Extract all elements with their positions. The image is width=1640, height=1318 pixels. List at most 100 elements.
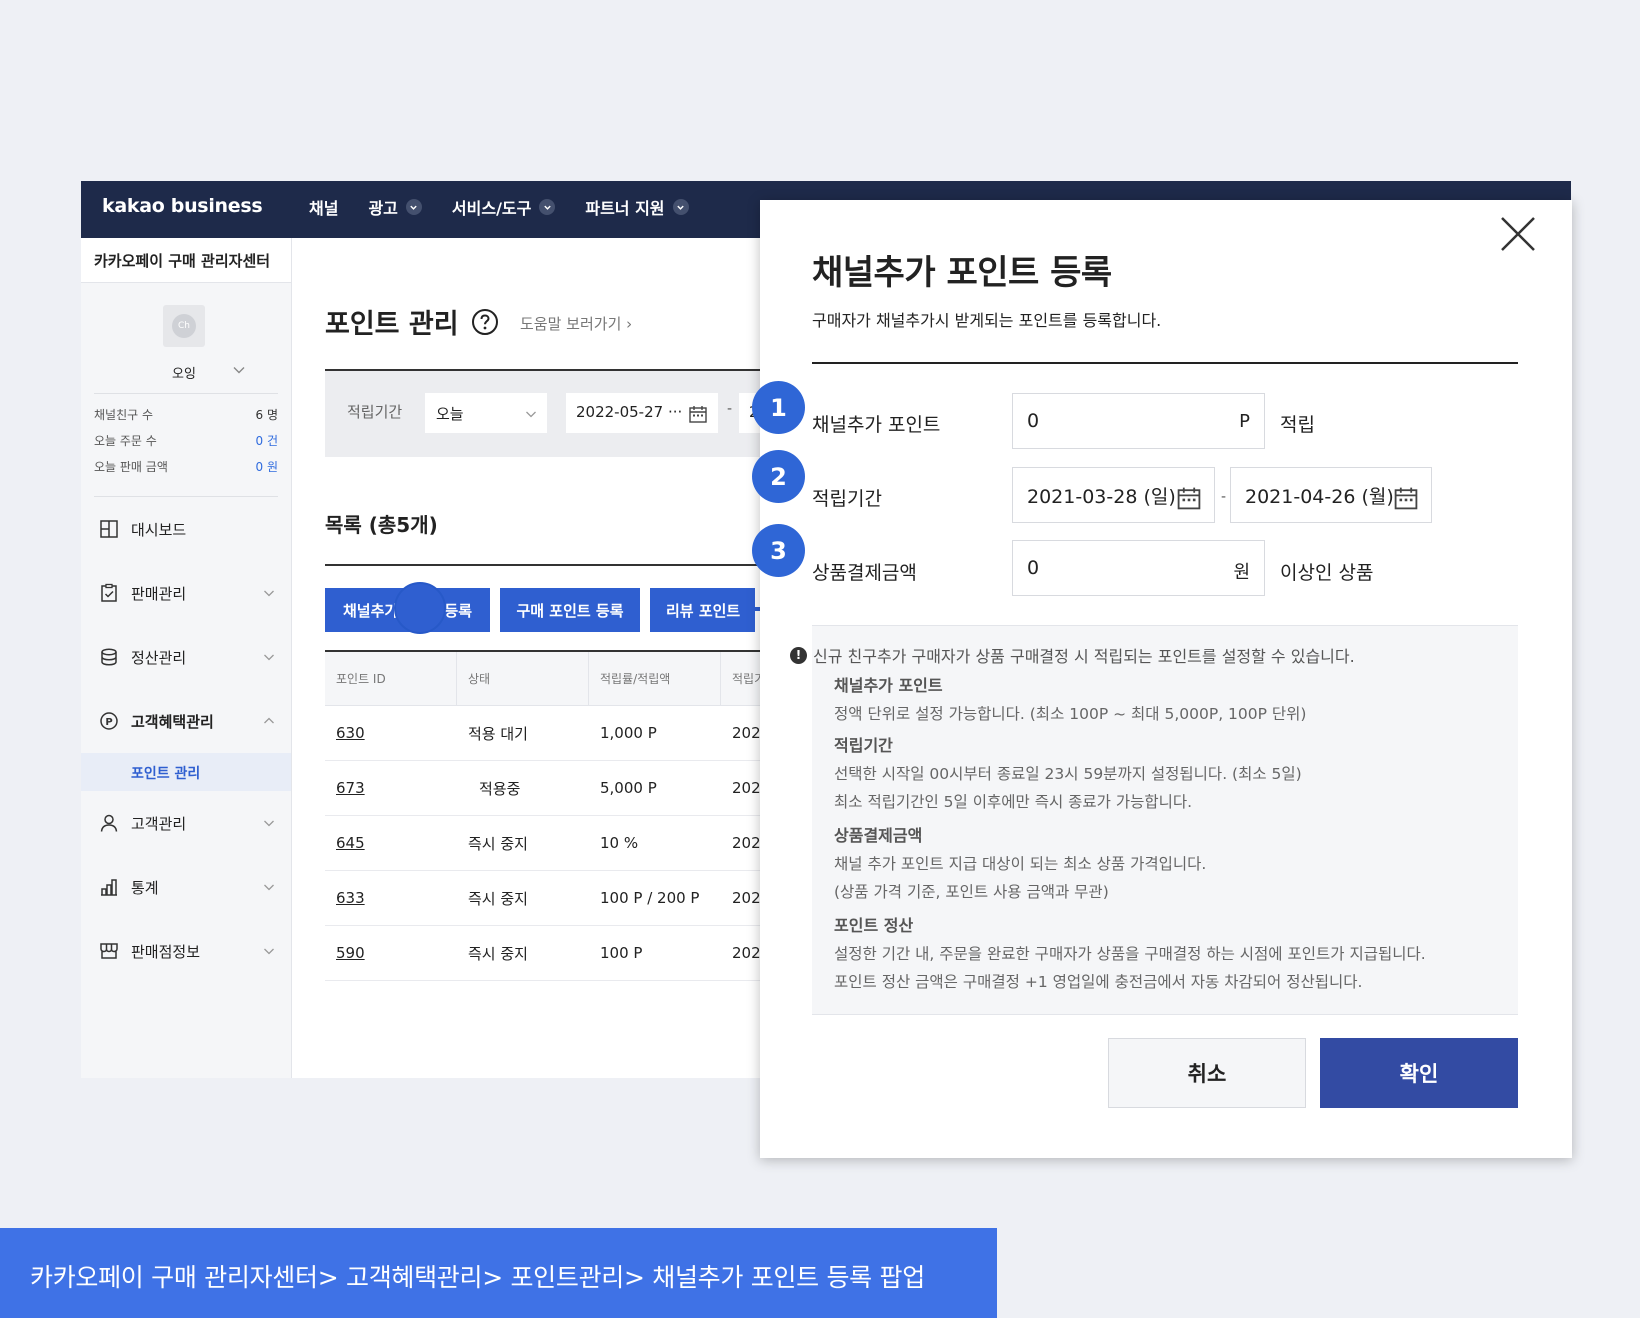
chevron-down-icon bbox=[405, 199, 422, 215]
info-section-title: 상품결제금액 bbox=[834, 826, 923, 845]
gnb-item-services[interactable]: 서비스/도구 bbox=[452, 195, 556, 219]
confirm-button[interactable]: 확인 bbox=[1320, 1038, 1518, 1108]
tab-review-point[interactable]: 리뷰 포인트 bbox=[650, 588, 755, 632]
store-icon bbox=[100, 943, 118, 959]
step-badge-1: 1 bbox=[752, 381, 805, 434]
period-field-label: 적립기간 bbox=[812, 488, 882, 510]
period-select-value: 오늘 bbox=[436, 405, 464, 423]
sidebar-item-customer-benefits[interactable]: P 고객혜택관리 bbox=[81, 689, 291, 753]
calendar-icon[interactable] bbox=[1176, 485, 1202, 511]
page-title: 포인트 관리 bbox=[325, 302, 499, 341]
gnb-label: 채널 bbox=[309, 199, 339, 218]
gnb-label: 파트너 지원 bbox=[585, 199, 665, 218]
stat-row: 채널친구 수 6 명 bbox=[94, 406, 278, 423]
gnb-item-partner-support[interactable]: 파트너 지원 bbox=[585, 195, 689, 219]
calendar-icon[interactable] bbox=[1393, 485, 1419, 511]
database-icon bbox=[101, 648, 117, 666]
point-input-value: 0 bbox=[1027, 410, 1040, 432]
sidebar-title: 카카오페이 구매 관리자센터 bbox=[81, 238, 291, 283]
sidebar-item-label: 정산관리 bbox=[131, 648, 187, 667]
info-headline-text: 신규 친구추가 구매자가 상품 구매결정 시 적립되는 포인트를 설정할 수 있… bbox=[813, 647, 1355, 666]
close-icon[interactable] bbox=[1498, 214, 1538, 254]
stat-row: 오늘 주문 수 0 건 bbox=[94, 432, 278, 449]
svg-text:P: P bbox=[105, 717, 112, 728]
help-link[interactable]: 도움말 보러가기 › bbox=[520, 313, 632, 334]
sidebar-item-customers[interactable]: 고객관리 bbox=[81, 791, 291, 855]
sidebar-subitem-point-management[interactable]: 포인트 관리 bbox=[81, 753, 291, 791]
sidebar-item-label: 판매관리 bbox=[131, 584, 187, 603]
period-end-value: 2021-04-26 (월) bbox=[1245, 485, 1394, 508]
column-header: 상태 bbox=[457, 652, 589, 705]
amount-cell: 1,000 P bbox=[600, 724, 657, 742]
sidebar-item-label: 고객혜택관리 bbox=[131, 712, 214, 731]
column-header: 적립률/적립액 bbox=[589, 652, 721, 705]
sidebar-item-settlement[interactable]: 정산관리 bbox=[81, 625, 291, 689]
exclamation-icon: ! bbox=[790, 646, 807, 664]
chevron-down-icon bbox=[672, 199, 689, 215]
chevron-up-icon bbox=[264, 717, 274, 724]
sidebar: 카카오페이 구매 관리자센터 Ch 오잉 채널친구 수 6 명 오늘 주문 수 0 … bbox=[81, 238, 292, 1078]
gnb-item-channel[interactable]: 채널 bbox=[309, 195, 338, 219]
info-section-title: 포인트 정산 bbox=[834, 916, 914, 935]
info-line: (상품 가격 기준, 포인트 사용 금액과 무관) bbox=[834, 883, 1109, 901]
tab-label: 리뷰 포인트 bbox=[666, 601, 741, 620]
step-badge-2: 2 bbox=[752, 450, 805, 503]
period-select[interactable]: 오늘 bbox=[425, 393, 547, 433]
status-cell: 적용 대기 bbox=[468, 724, 528, 743]
info-line: 정액 단위로 설정 가능합니다. (최소 100P ~ 최대 5,000P, 1… bbox=[834, 705, 1307, 723]
cancel-button[interactable]: 취소 bbox=[1108, 1038, 1306, 1108]
info-line: 설정한 기간 내, 주문을 완료한 구매자가 상품을 구매결정 하는 시점에 포… bbox=[834, 945, 1426, 963]
chevron-down-icon bbox=[264, 590, 274, 597]
gnb-item-ads[interactable]: 광고 bbox=[368, 195, 422, 219]
sidebar-item-sales[interactable]: 판매관리 bbox=[81, 561, 291, 625]
status-cell: 즉시 중지 bbox=[468, 889, 528, 908]
clipboard-icon bbox=[101, 583, 117, 602]
point-id-link[interactable]: 630 bbox=[325, 706, 457, 760]
avatar: Ch bbox=[163, 305, 205, 347]
amount-field-label: 상품결제금액 bbox=[812, 562, 917, 584]
point-id-link[interactable]: 645 bbox=[325, 816, 457, 870]
point-input[interactable]: 0 P bbox=[1012, 393, 1265, 449]
point-id-link[interactable]: 633 bbox=[325, 871, 457, 925]
point-unit: P bbox=[1239, 411, 1250, 432]
breadcrumb-caption: 카카오페이 구매 관리자센터> 고객혜택관리> 포인트관리> 채널추가 포인트 … bbox=[0, 1228, 997, 1318]
point-field-label: 채널추가 포인트 bbox=[812, 414, 941, 436]
calendar-icon bbox=[689, 406, 707, 423]
channel-add-point-modal: 채널추가 포인트 등록 구매자가 채널추가시 받게되는 포인트를 등록합니다. … bbox=[760, 200, 1572, 1158]
sidebar-item-dashboard[interactable]: 대시보드 bbox=[81, 497, 291, 561]
status-cell: 즉시 중지 bbox=[468, 834, 528, 853]
point-field-after: 적립 bbox=[1280, 414, 1315, 436]
point-id-link[interactable]: 673 bbox=[325, 761, 457, 815]
point-id-link[interactable]: 590 bbox=[325, 926, 457, 980]
channel-profile[interactable]: Ch 오잉 bbox=[81, 283, 291, 393]
tab-label: 채널추가 bbox=[343, 601, 399, 620]
info-section-title: 적립기간 bbox=[834, 736, 893, 755]
info-line: 채널 추가 포인트 지급 대상이 되는 최소 상품 가격입니다. bbox=[834, 855, 1207, 873]
status-cell: 적용중 bbox=[479, 779, 521, 798]
stat-row: 오늘 판매 금액 0 원 bbox=[94, 458, 278, 475]
start-date-value: 2022-05-27 ··· bbox=[576, 403, 683, 421]
period-start-value: 2021-03-28 (일) bbox=[1027, 485, 1176, 508]
chevron-right-icon: › bbox=[626, 315, 633, 333]
divider bbox=[812, 362, 1518, 364]
modal-title: 채널추가 포인트 등록 bbox=[812, 253, 1112, 293]
kakao-business-logo[interactable]: kakao business bbox=[102, 195, 263, 217]
stat-value: 6 명 bbox=[255, 408, 279, 422]
amount-input[interactable]: 0 원 bbox=[1012, 540, 1265, 596]
chevron-down-icon bbox=[264, 654, 274, 661]
sidebar-item-store-info[interactable]: 판매점정보 bbox=[81, 919, 291, 983]
chevron-down-icon[interactable] bbox=[232, 363, 246, 377]
profile-name: 오잉 bbox=[172, 367, 196, 382]
info-section: 채널추가 포인트 정액 단위로 설정 가능합니다. (최소 100P ~ 최대 … bbox=[834, 672, 1306, 728]
period-end-date-input[interactable]: 2021-04-26 (월) bbox=[1230, 467, 1432, 523]
cursor-highlight-dot bbox=[394, 582, 446, 634]
period-start-date-input[interactable]: 2021-03-28 (일) bbox=[1012, 467, 1215, 523]
sidebar-item-statistics[interactable]: 통계 bbox=[81, 855, 291, 919]
date-separator: - bbox=[1221, 489, 1227, 505]
chevron-down-icon bbox=[264, 884, 274, 891]
stat-label: 채널친구 수 bbox=[94, 408, 154, 422]
help-icon[interactable] bbox=[471, 308, 499, 336]
start-date-input[interactable]: 2022-05-27 ··· bbox=[566, 393, 718, 433]
amount-input-value: 0 bbox=[1027, 557, 1040, 579]
tab-purchase-point[interactable]: 구매 포인트 등록 bbox=[500, 588, 640, 632]
